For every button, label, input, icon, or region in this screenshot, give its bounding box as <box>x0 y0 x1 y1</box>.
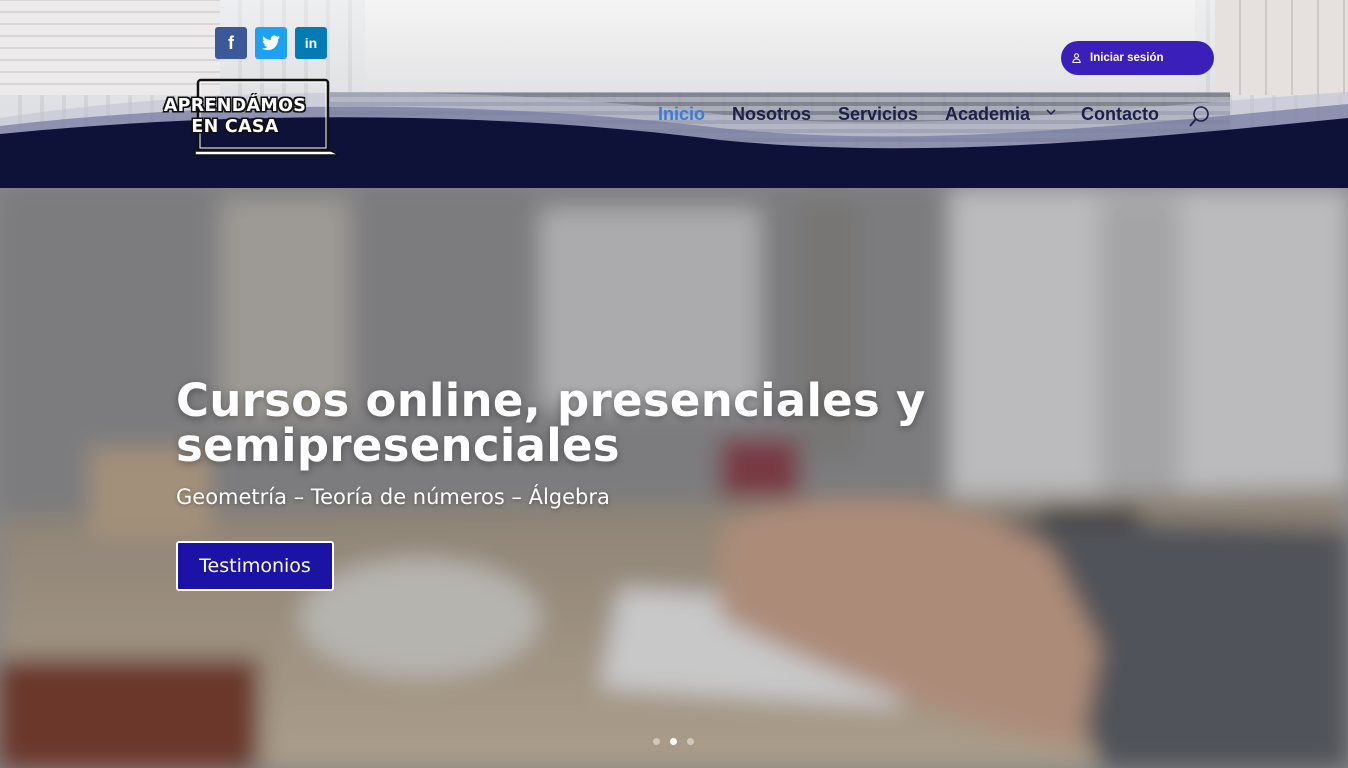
nav-item-servicios[interactable]: Servicios <box>838 104 918 125</box>
nav-item-contacto[interactable]: Contacto <box>1081 104 1159 125</box>
login-label: Iniciar sesión <box>1090 52 1164 64</box>
hero-slider: Cursos online, presenciales y semipresen… <box>0 188 1348 768</box>
hero-subtitle: Geometría – Teoría de números – Álgebra <box>176 485 610 509</box>
facebook-icon[interactable]: f <box>215 27 247 59</box>
login-button[interactable]: Iniciar sesión <box>1061 41 1214 75</box>
slider-dot-2[interactable] <box>670 738 677 745</box>
logo-line-2: EN CASA <box>191 117 279 137</box>
linkedin-icon[interactable]: in <box>295 27 327 59</box>
nav-item-inicio[interactable]: Inicio <box>658 104 705 125</box>
nav-item-academia[interactable]: Academia <box>945 104 1030 125</box>
logo-line-1: APRENDÁMOS <box>163 96 307 116</box>
testimonials-button[interactable]: Testimonios <box>176 541 334 591</box>
nav-item-nosotros[interactable]: Nosotros <box>732 104 811 125</box>
user-icon <box>1072 53 1081 63</box>
slider-pagination <box>653 738 694 745</box>
slider-dot-1[interactable] <box>653 738 660 745</box>
logo-text: APRENDÁMOS EN CASA <box>145 96 325 138</box>
twitter-icon[interactable] <box>255 27 287 59</box>
slider-dot-3[interactable] <box>687 738 694 745</box>
site-logo[interactable]: APRENDÁMOS EN CASA <box>143 78 343 158</box>
chevron-down-icon[interactable] <box>1046 108 1056 116</box>
site-header: f in Iniciar sesión APRENDÁMOS EN CASA I… <box>0 0 1348 188</box>
hero-title: Cursos online, presenciales y semipresen… <box>176 374 926 472</box>
search-icon[interactable] <box>1187 105 1211 129</box>
